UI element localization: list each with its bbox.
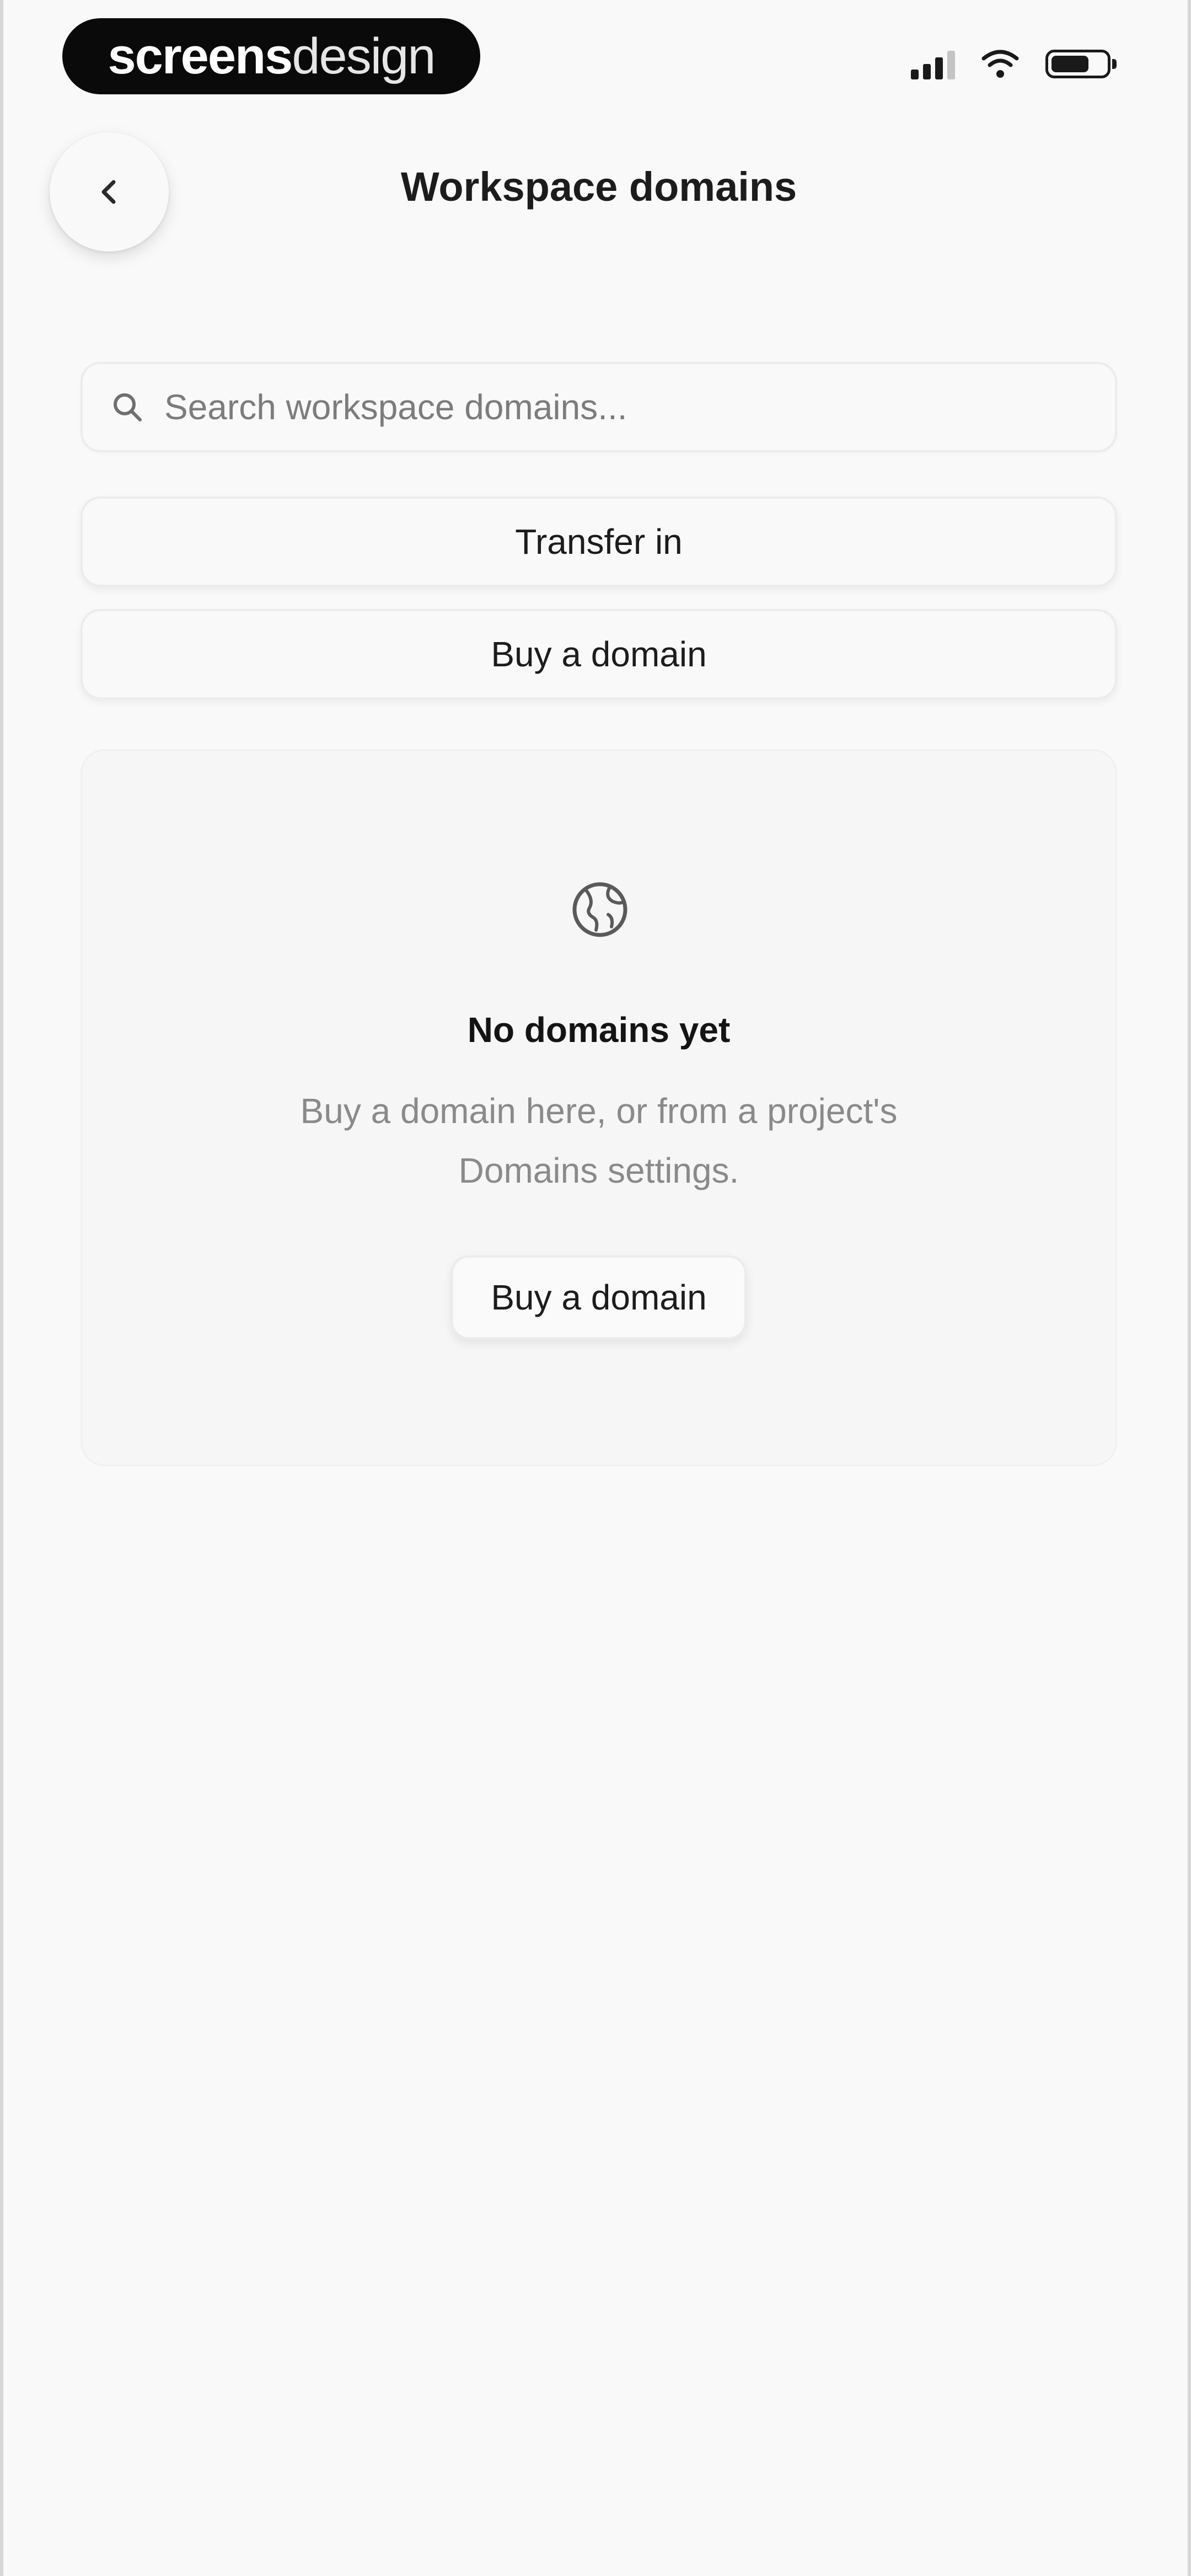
brand-logo-strong: screens [108, 28, 293, 84]
empty-state-title: No domains yet [467, 1010, 731, 1050]
brand-logo-light: design [292, 28, 436, 84]
search-input[interactable] [163, 386, 1048, 428]
cellular-signal-icon [911, 49, 955, 79]
transfer-in-button[interactable]: Transfer in [81, 496, 1117, 587]
buy-domain-label: Buy a domain [491, 634, 707, 674]
app-screen: screens design Workspace domains Search … [0, 0, 1191, 2576]
brand-logo: screens design [62, 18, 480, 94]
empty-state-buy-domain-label: Buy a domain [491, 1278, 707, 1317]
transfer-in-label: Transfer in [515, 522, 683, 562]
buy-domain-button[interactable]: Buy a domain [81, 609, 1117, 699]
empty-state-message: Buy a domain here, or from a project's D… [300, 1091, 898, 1190]
empty-state-buy-domain-button[interactable]: Buy a domain [451, 1255, 747, 1339]
status-icons [911, 49, 1117, 79]
page-title: Workspace domains [400, 164, 797, 210]
globe-icon [570, 879, 630, 943]
search-field[interactable] [81, 362, 1117, 452]
search-icon [111, 391, 143, 423]
wifi-icon [981, 49, 1019, 79]
battery-icon [1045, 50, 1117, 78]
